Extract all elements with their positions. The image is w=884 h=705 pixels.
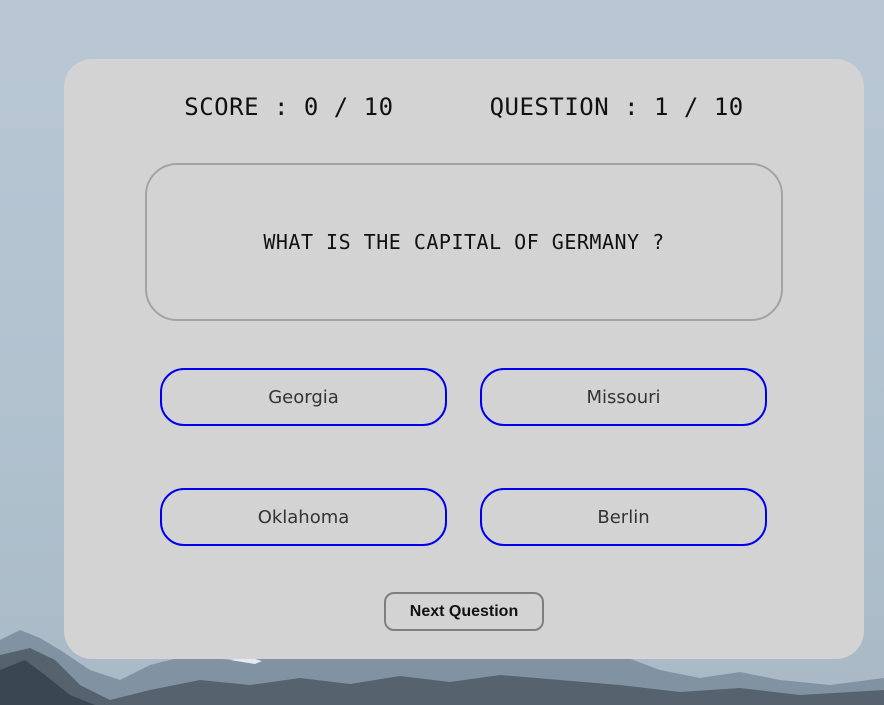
answer-button-missouri[interactable]: Missouri bbox=[480, 368, 767, 426]
score-bar: SCORE : 0 / 10 QUESTION : 1 / 10 bbox=[64, 93, 864, 121]
quiz-card: SCORE : 0 / 10 QUESTION : 1 / 10 WHAT IS… bbox=[64, 59, 864, 659]
next-question-button[interactable]: Next Question bbox=[384, 592, 544, 631]
answer-button-georgia[interactable]: Georgia bbox=[160, 368, 447, 426]
score-counter: SCORE : 0 / 10 bbox=[184, 93, 394, 121]
question-box: WHAT IS THE CAPITAL OF GERMANY ? bbox=[145, 163, 783, 321]
answer-button-berlin[interactable]: Berlin bbox=[480, 488, 767, 546]
question-counter: QUESTION : 1 / 10 bbox=[489, 93, 744, 121]
answer-button-oklahoma[interactable]: Oklahoma bbox=[160, 488, 447, 546]
question-text: WHAT IS THE CAPITAL OF GERMANY ? bbox=[263, 230, 665, 254]
